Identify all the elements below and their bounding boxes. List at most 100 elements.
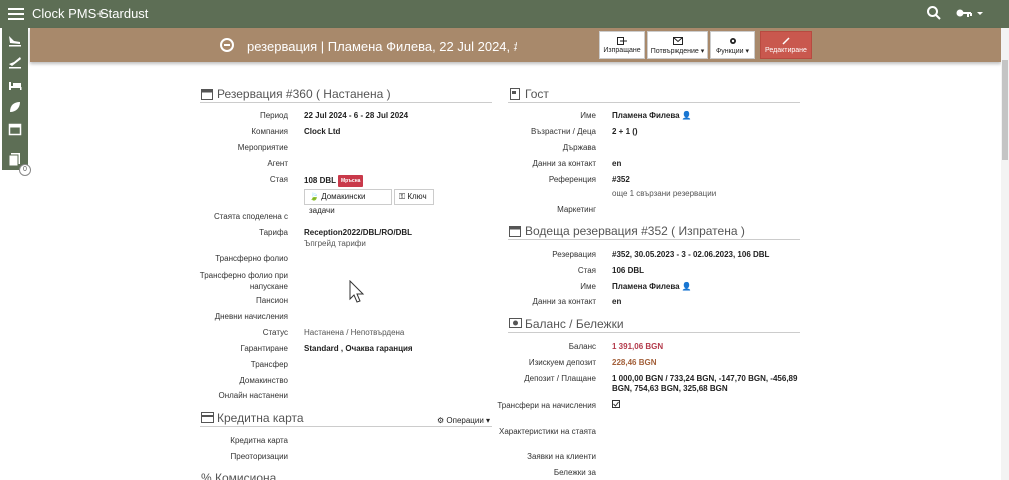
key-icon[interactable] <box>956 8 984 22</box>
company-label: Компания <box>251 127 288 136</box>
guarantee-value: Standard , Очаква гаранция <box>304 344 413 353</box>
guarantee-label: Гаранти­ране <box>240 344 288 353</box>
contact-label: Данни за контакт <box>532 159 596 168</box>
search-icon[interactable] <box>926 5 942 21</box>
notes-label: Бележки за <box>553 468 596 477</box>
departure-plane-icon[interactable] <box>8 55 22 69</box>
board-label: Пансион <box>256 296 288 305</box>
section-divider <box>200 426 492 427</box>
marketing-label: Маркетинг <box>557 205 596 214</box>
lead-name-label: Име <box>580 282 596 291</box>
sign-out-icon <box>617 37 627 45</box>
transfer-folio-checkout-label: Трансферно фолио при напускане <box>199 271 288 291</box>
operations-label: Операции <box>446 416 484 425</box>
period-value: 22 Jul 2024 - 6 - 28 Jul 2024 <box>304 111 409 120</box>
lead-room-value: 106 DBL <box>612 266 645 275</box>
section-divider <box>508 239 800 240</box>
balance-label: Баланс <box>568 342 596 351</box>
pencil-icon <box>782 37 790 45</box>
balance-section-title: Баланс / Бележки <box>525 317 624 331</box>
deposit-payment-line1: 1 000,00 BGN / 733,24 BGN, -147,70 BGN, … <box>612 374 798 383</box>
section-divider <box>200 102 492 103</box>
daily-charges-label: Дневни начисления <box>214 312 288 321</box>
arrival-plane-icon[interactable] <box>8 33 22 47</box>
lead-reservation-label: Резервация <box>552 250 596 259</box>
gear-icon <box>729 38 736 44</box>
documents-icon[interactable] <box>8 152 22 166</box>
room-label: Стая <box>269 175 288 184</box>
guest-name[interactable]: Пламена Филева <box>612 111 680 120</box>
lead-contact-value: en <box>612 297 622 306</box>
lead-reservation-value[interactable]: #352, 30.05.2023 - 3 - 02.06.2023, 106 D… <box>612 250 769 260</box>
lead-guest-name[interactable]: Пламена Филева <box>612 282 680 291</box>
room-number: 108 DBL <box>304 176 337 185</box>
reference-value[interactable]: #352 <box>612 175 630 185</box>
rate-upgrade-link[interactable]: Ъпгрейд тарифи <box>304 239 366 249</box>
functions-button[interactable]: Функции ▾ <box>710 31 755 59</box>
guest-section-title: Гост <box>525 87 549 101</box>
room-status-badge: Мръсна <box>338 175 364 187</box>
back-arrow-icon[interactable] <box>220 38 234 52</box>
lead-contact-label: Данни за контакт <box>532 297 596 306</box>
user-icon: 👤 <box>681 111 692 120</box>
rate-label: Тарифа <box>259 228 288 237</box>
leaf-icon[interactable] <box>8 100 22 114</box>
money-icon <box>509 318 522 328</box>
room-features-label: Характеристики на стаята <box>498 427 596 436</box>
housekeeping-tasks-button[interactable]: 🍃 Домакински задачи <box>304 189 392 215</box>
confirmation-label: Потвърждение <box>650 48 699 55</box>
page-title: резервация | Пламена Филева, 22 Jul 2024… <box>247 39 517 54</box>
mouse-cursor-icon <box>349 280 365 303</box>
bed-icon[interactable] <box>8 78 22 92</box>
status-label: Статус <box>262 328 288 337</box>
event-label: Мероприятие <box>237 143 288 152</box>
operations-dropdown[interactable]: ⚙ Операции ▾ <box>437 416 490 426</box>
lead-reservation-section-title: Водеща резервация #352 ( Изпратена ) <box>525 224 745 238</box>
key-button[interactable]: ⚿ Ключ <box>394 189 434 205</box>
transfer-folio-label: Трансферно фолио <box>215 254 288 263</box>
guest-name-value: Пламена Филева 👤 <box>612 111 692 121</box>
section-divider <box>508 332 800 333</box>
sidebar-toggle-icon[interactable]: 0 <box>19 164 31 176</box>
scrollbar-thumb[interactable] <box>1002 60 1008 160</box>
company-value: Clock Ltd <box>304 127 341 136</box>
checkout-button[interactable]: Изпращане <box>599 31 645 59</box>
shared-room-label: Стаята споделена с <box>213 212 288 221</box>
housekeeping-tasks-label: Домакински задачи <box>309 192 366 215</box>
checkbox-checked-icon[interactable] <box>612 400 620 408</box>
credit-card-section-title: Кредитна карта <box>217 411 304 425</box>
linked-reservations-link[interactable]: още 1 свързани резервации <box>612 189 716 199</box>
housekeeping-label: Домакинство <box>239 376 288 385</box>
agent-label: Агент <box>267 159 288 168</box>
checkout-label: Изпращане <box>603 47 641 54</box>
document-icon <box>510 88 520 100</box>
required-deposit-value: 228,46 BGN <box>612 358 657 367</box>
status-value: Настанена / Непотвърдена <box>304 328 405 337</box>
section-divider <box>508 102 800 103</box>
adults-children-value: 2 + 1 () <box>612 127 638 136</box>
reservation-section-title: Резервация #360 ( Настанена ) <box>217 87 391 101</box>
menu-icon[interactable] <box>8 6 24 22</box>
reference-label: Референция <box>548 175 596 184</box>
period-label: Период <box>259 111 288 120</box>
transfer-label: Трансфер <box>250 360 288 369</box>
envelope-icon <box>672 37 683 45</box>
key-button-label: Ключ <box>407 192 427 201</box>
user-icon: 👤 <box>681 282 692 291</box>
contact-value: en <box>612 159 622 168</box>
deposit-payment-label: Депозит / Плащане <box>524 374 596 383</box>
calendar-icon[interactable] <box>8 122 22 136</box>
credit-card-icon <box>201 412 214 423</box>
edit-button[interactable]: Редактиране <box>760 31 812 59</box>
top-bar: Clock PMS+ Stardust <box>0 0 1009 28</box>
preauth-label: Преоторизации <box>230 452 289 461</box>
deposit-payment-line2: BGN, 754,63 BGN, 325,68 BGN <box>612 384 728 393</box>
lead-name-value: Пламена Филева 👤 <box>612 282 692 292</box>
lead-room-label: Стая <box>577 266 596 275</box>
rate-value: Reception2022/DBL/RO/DBL <box>304 228 413 237</box>
app-title: Clock PMS+ <box>32 6 104 21</box>
hotel-name[interactable]: Stardust <box>100 6 148 21</box>
client-requests-label: Заявки на клиенти <box>527 452 596 461</box>
confirmation-button[interactable]: Потвърждение ▾ <box>647 31 708 59</box>
country-label: Държава <box>562 143 596 152</box>
